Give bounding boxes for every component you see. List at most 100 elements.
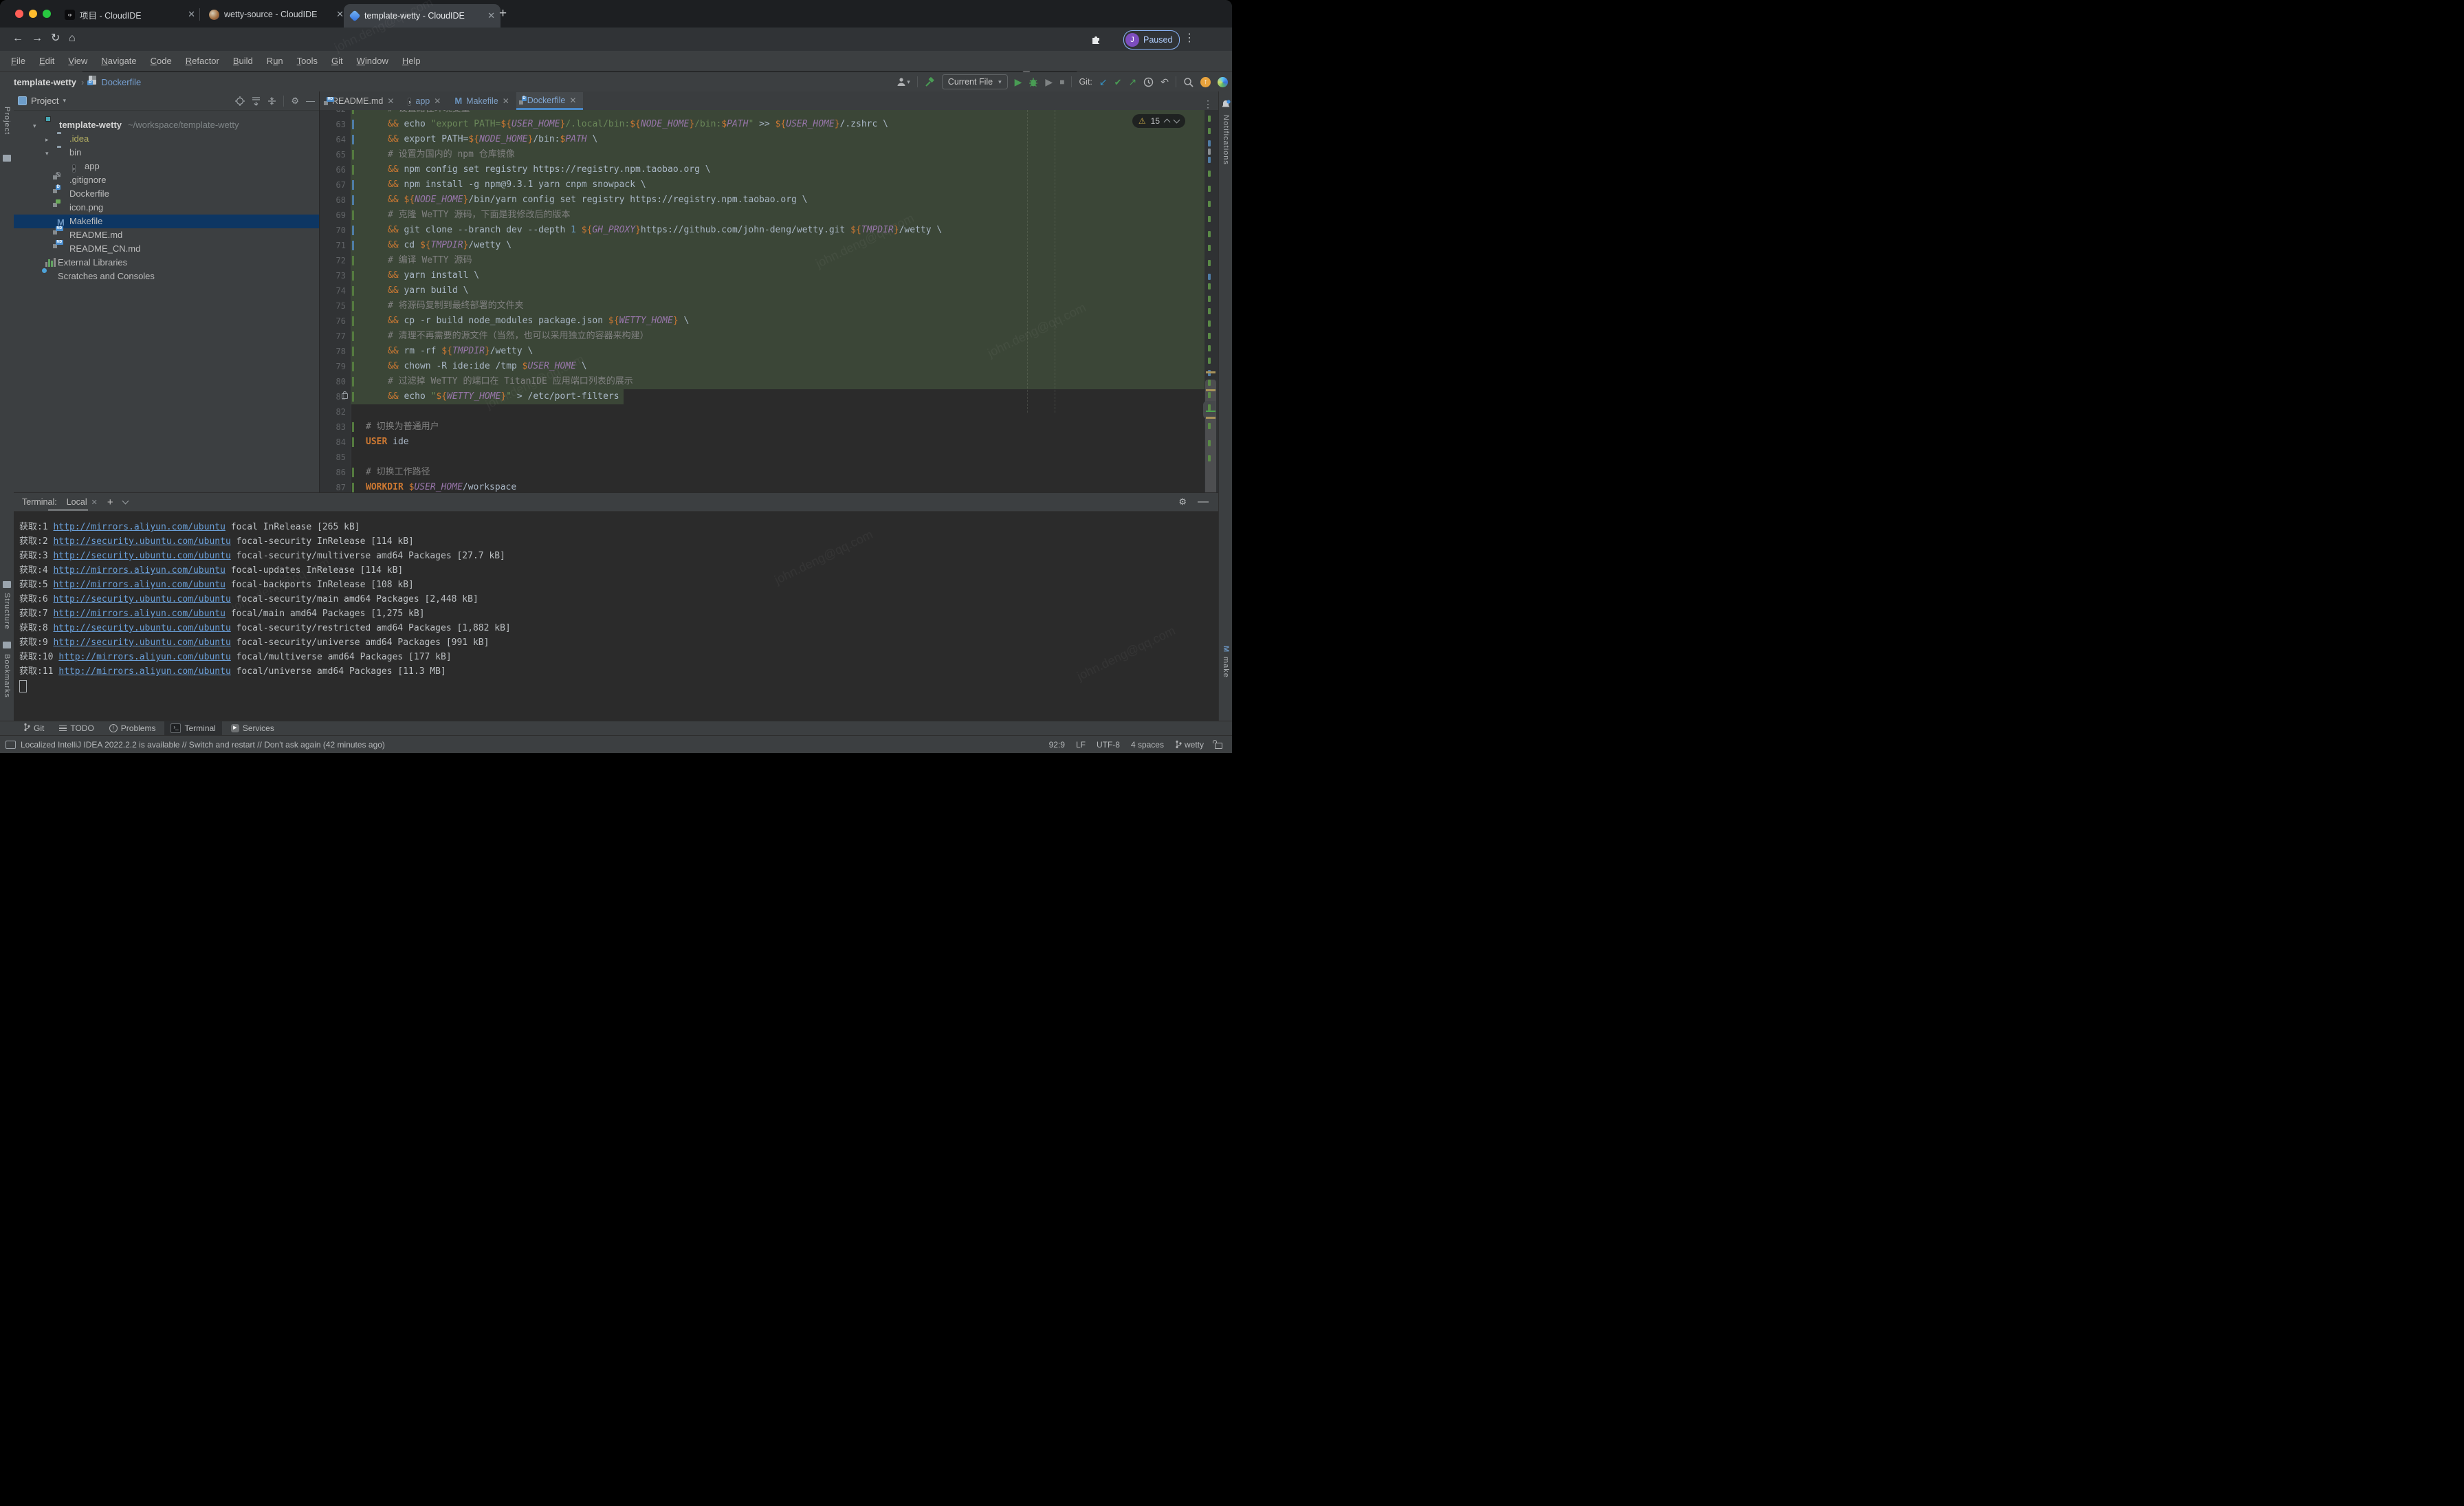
build-hammer-icon[interactable]	[925, 77, 935, 87]
terminal-url-link[interactable]: http://security.ubuntu.com/ubuntu	[53, 637, 230, 648]
toolwindow-button-make[interactable]: make	[1222, 657, 1230, 678]
menu-item-code[interactable]: Code	[144, 56, 179, 66]
prev-warning-icon[interactable]	[1164, 119, 1171, 126]
toolwindow-button-project[interactable]: Project	[3, 107, 11, 135]
profile-button[interactable]: J Paused	[1123, 30, 1180, 50]
run-with-coverage-icon[interactable]: ▶	[1045, 77, 1053, 87]
editor-scrollbar-stripe[interactable]: ‹	[1204, 110, 1218, 492]
stop-icon[interactable]: ■	[1059, 78, 1064, 86]
editor-tab-dockerfile[interactable]: DDockerfile✕	[516, 92, 584, 110]
menu-item-file[interactable]: File	[4, 56, 32, 66]
tree-item-app[interactable]: ›app	[14, 160, 319, 173]
breadcrumb-project[interactable]: template-wetty	[14, 77, 76, 87]
notifications-bell-icon[interactable]	[1221, 100, 1231, 109]
toolwindow-button-problems[interactable]: !Problems	[103, 721, 162, 736]
toolwindow-button-terminal[interactable]: ›_Terminal	[164, 721, 221, 736]
run-configuration-select[interactable]: Current File▾	[942, 74, 1008, 89]
terminal-url-link[interactable]: http://mirrors.aliyun.com/ubuntu	[53, 609, 225, 619]
terminal-minimize-icon[interactable]: —	[1198, 496, 1209, 508]
close-icon[interactable]: ✕	[434, 96, 441, 106]
browser-menu-icon[interactable]: ⋮	[1184, 33, 1195, 44]
locate-file-icon[interactable]	[235, 96, 245, 106]
back-icon[interactable]: ←	[12, 33, 23, 44]
traffic-light-close[interactable]	[15, 10, 23, 18]
tree-item-scratches-and-consoles[interactable]: Scratches and Consoles	[14, 270, 319, 283]
git-update-icon[interactable]: ↙	[1099, 77, 1108, 87]
gutter-bookmark-icon[interactable]	[342, 393, 348, 399]
close-icon[interactable]: ✕	[91, 498, 98, 507]
traffic-light-minimize[interactable]	[29, 10, 37, 18]
project-folder-icon[interactable]	[3, 155, 11, 162]
terminal-url-link[interactable]: http://mirrors.aliyun.com/ubuntu	[53, 580, 225, 590]
caret-position[interactable]: 92:9	[1049, 740, 1065, 750]
tree-item-root[interactable]: ▾template-wetty~/workspace/template-wett…	[14, 118, 319, 132]
extensions-puzzle-icon[interactable]	[1090, 34, 1101, 45]
event-log-icon[interactable]	[6, 741, 16, 749]
terminal-url-link[interactable]: http://mirrors.aliyun.com/ubuntu	[53, 565, 225, 576]
chevron-down-icon[interactable]: ▾	[63, 97, 66, 105]
chevron-right-icon[interactable]: ▸	[45, 136, 49, 144]
next-warning-icon[interactable]	[1174, 117, 1180, 124]
menu-item-window[interactable]: Window	[350, 56, 395, 66]
terminal-url-link[interactable]: http://security.ubuntu.com/ubuntu	[53, 594, 230, 604]
close-tab-icon[interactable]: ✕	[487, 10, 495, 21]
tree-item-bin[interactable]: ▾bin	[14, 146, 319, 160]
terminal-url-link[interactable]: http://security.ubuntu.com/ubuntu	[53, 623, 230, 633]
close-tab-icon[interactable]: ✕	[336, 9, 344, 20]
toolwindow-button-git[interactable]: Git	[17, 721, 50, 736]
breadcrumb-file[interactable]: Dockerfile	[101, 77, 141, 87]
project-panel-title[interactable]: Project	[31, 96, 58, 106]
gear-icon[interactable]: ⚙	[291, 96, 299, 107]
new-tab-button[interactable]: +	[499, 6, 507, 21]
terminal-dropdown-icon[interactable]	[122, 498, 129, 505]
tree-item-external-libraries[interactable]: External Libraries	[14, 256, 319, 270]
git-branch-widget[interactable]: wetty	[1175, 740, 1204, 750]
terminal-url-link[interactable]: http://mirrors.aliyun.com/ubuntu	[53, 522, 225, 532]
terminal-output[interactable]: 获取:1 http://mirrors.aliyun.com/ubuntu fo…	[14, 512, 1218, 721]
menu-item-tools[interactable]: Tools	[290, 56, 324, 66]
terminal-tab-local[interactable]: Local✕	[67, 497, 98, 507]
terminal-url-link[interactable]: http://security.ubuntu.com/ubuntu	[53, 551, 230, 561]
menu-item-git[interactable]: Git	[324, 56, 350, 66]
toolwindow-button-todo[interactable]: TODO	[53, 721, 100, 736]
collapse-all-icon[interactable]	[267, 96, 276, 106]
unlock-icon[interactable]	[1215, 743, 1222, 749]
menu-item-refactor[interactable]: Refactor	[179, 56, 226, 66]
forward-icon[interactable]: →	[32, 33, 43, 44]
close-icon[interactable]: ✕	[503, 96, 509, 106]
toolwindow-button-structure[interactable]: Structure	[3, 593, 11, 630]
scrollbar-thumb[interactable]	[1205, 380, 1216, 496]
run-icon[interactable]: ▶	[1015, 77, 1022, 87]
menu-item-help[interactable]: Help	[395, 56, 428, 66]
home-icon[interactable]: ⌂	[69, 33, 76, 44]
search-icon[interactable]	[1183, 77, 1194, 87]
status-message[interactable]: Localized IntelliJ IDEA 2022.2.2 is avai…	[21, 740, 385, 750]
terminal-url-link[interactable]: http://mirrors.aliyun.com/ubuntu	[58, 652, 230, 662]
line-separator[interactable]: LF	[1076, 740, 1086, 750]
file-encoding[interactable]: UTF-8	[1097, 740, 1120, 750]
git-push-icon[interactable]: ↗	[1129, 77, 1137, 87]
menu-item-view[interactable]: View	[61, 56, 94, 66]
inspections-widget[interactable]: ⚠ 15	[1132, 114, 1185, 128]
tree-item--idea[interactable]: ▸.idea	[14, 132, 319, 146]
bookmarks-icon[interactable]	[3, 642, 11, 648]
editor-tab-app[interactable]: ›app✕	[401, 92, 448, 110]
git-commit-icon[interactable]: ✔	[1114, 78, 1122, 87]
toolwindow-button-services[interactable]: ▶Services	[225, 721, 280, 736]
editor-tab-readme.md[interactable]: MDREADME.md✕	[321, 92, 401, 110]
terminal-url-link[interactable]: http://security.ubuntu.com/ubuntu	[53, 536, 230, 547]
close-icon[interactable]: ✕	[569, 96, 576, 105]
traffic-light-zoom[interactable]	[43, 10, 51, 18]
indent-setting[interactable]: 4 spaces	[1131, 740, 1164, 750]
tree-item-icon-png[interactable]: icon.png	[14, 201, 319, 215]
chevron-down-icon[interactable]: ▾	[45, 150, 49, 157]
browser-tab-active[interactable]: template-wetty - CloudIDE ✕	[344, 4, 500, 28]
toolwindow-button-notifications[interactable]: Notifications	[1222, 115, 1230, 165]
terminal-url-link[interactable]: http://mirrors.aliyun.com/ubuntu	[58, 666, 230, 677]
expand-all-icon[interactable]	[252, 96, 261, 106]
menu-item-build[interactable]: Build	[226, 56, 260, 66]
browser-tab-2[interactable]: wetty-source - CloudIDE ✕	[204, 4, 349, 25]
terminal-settings-gear-icon[interactable]: ⚙	[1178, 496, 1187, 508]
ide-assistant-icon[interactable]	[1218, 77, 1228, 87]
close-tab-icon[interactable]: ✕	[188, 9, 195, 20]
